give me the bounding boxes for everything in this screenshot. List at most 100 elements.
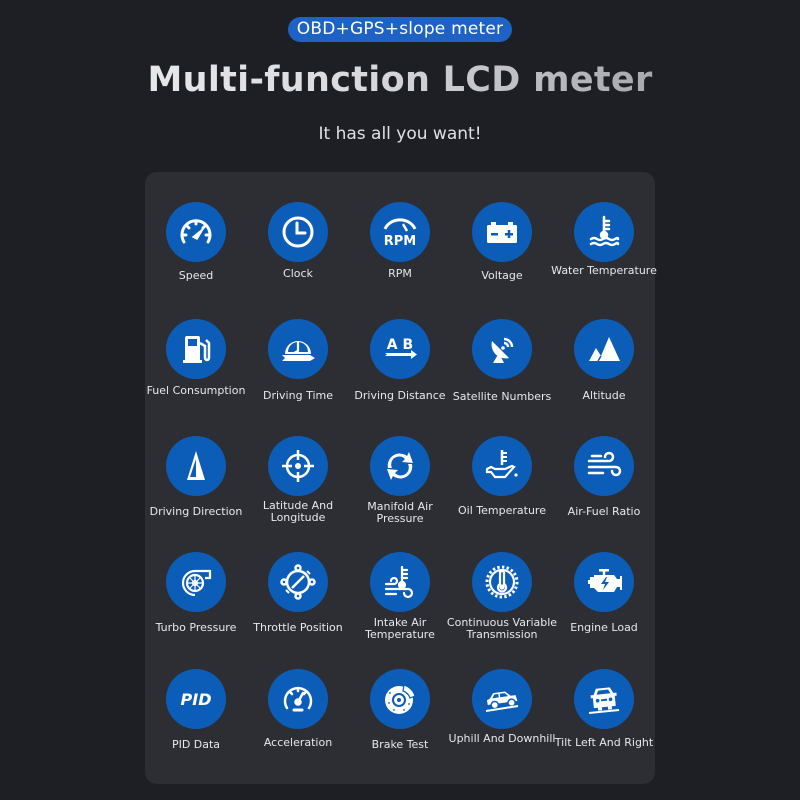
feature-label: Fuel Consumption bbox=[146, 384, 246, 397]
battery-icon bbox=[487, 222, 517, 243]
feature-item-water-temperature: Water Temperature bbox=[551, 172, 657, 282]
feature-item-driving-direction: Driving Direction bbox=[145, 406, 247, 518]
gear-thermometer-icon bbox=[485, 565, 519, 599]
feature-label: Engine Load bbox=[570, 621, 638, 634]
feature-item-satellite-numbers: Satellite Numbers bbox=[451, 289, 553, 403]
satellite-dish-icon bbox=[491, 337, 514, 363]
icon-circle bbox=[472, 202, 532, 262]
feature-item-speed: Speed bbox=[145, 172, 247, 282]
acceleration-gauge-icon bbox=[283, 686, 313, 712]
feature-label: Speed bbox=[178, 269, 214, 282]
wind-icon bbox=[587, 451, 622, 477]
oil-can-icon bbox=[485, 450, 518, 479]
brake-disc-icon bbox=[385, 684, 416, 714]
icon-circle bbox=[268, 669, 328, 729]
feature-item-rpm: RPM RPM bbox=[349, 172, 451, 282]
icon-circle bbox=[574, 319, 634, 379]
driving-time-icon bbox=[282, 341, 315, 361]
fuel-pump-icon bbox=[183, 336, 211, 363]
feature-item-manifold-air-pressure: Manifold Air Pressure bbox=[349, 406, 451, 525]
car-front-tilt-icon bbox=[588, 687, 620, 714]
feature-label: Acceleration bbox=[263, 736, 333, 749]
feature-label: Air-Fuel Ratio bbox=[567, 505, 641, 518]
feature-item-driving-time: Driving Time bbox=[247, 289, 349, 402]
feature-label: Driving Direction bbox=[149, 505, 243, 518]
feature-item-fuel-consumption: Fuel Consumption bbox=[145, 289, 247, 399]
icon-circle bbox=[370, 669, 430, 729]
icon-circle bbox=[472, 436, 532, 496]
a-b-icon-text: A B bbox=[387, 337, 413, 353]
feature-badge: OBD+GPS+slope meter bbox=[288, 17, 512, 42]
feature-item-brake-test: Brake Test bbox=[349, 639, 451, 751]
feature-item-engine-load: Engine Load bbox=[553, 522, 655, 634]
icon-circle bbox=[370, 552, 430, 612]
icon-circle bbox=[574, 552, 634, 612]
feature-label: Altitude bbox=[582, 389, 626, 402]
icon-circle bbox=[574, 202, 634, 262]
feature-item-driving-distance: A B Driving Distance bbox=[349, 289, 451, 402]
feature-label: Water Temperature bbox=[551, 264, 657, 277]
page-title: Multi-function LCD meter bbox=[0, 60, 800, 100]
page-subtitle: It has all you want! bbox=[318, 124, 482, 144]
feature-item-throttle-position: Throttle Position bbox=[247, 522, 349, 634]
feature-label: Clock bbox=[283, 267, 313, 280]
feature-label: Driving Distance bbox=[354, 389, 446, 402]
intake-air-temperature-icon bbox=[384, 565, 414, 599]
feature-item-turbo-pressure: Turbo Pressure bbox=[145, 522, 247, 634]
feature-item-tilt-left-and-right: Tilt Left And Right bbox=[553, 639, 655, 749]
icon-circle bbox=[472, 552, 532, 612]
mountain-icon bbox=[589, 337, 620, 362]
feature-label: Latitude And Longitude bbox=[262, 499, 334, 524]
icon-circle bbox=[166, 319, 226, 379]
icon-circle bbox=[574, 669, 634, 729]
icon-circle bbox=[574, 436, 634, 496]
car-side-slope-icon bbox=[485, 691, 519, 712]
feature-label: Uphill And Downhill bbox=[448, 732, 556, 745]
icon-circle: RPM bbox=[370, 202, 430, 262]
feature-label: RPM bbox=[388, 267, 412, 280]
icon-circle bbox=[268, 202, 328, 262]
feature-label: Voltage bbox=[481, 269, 523, 282]
feature-label: Oil Temperature bbox=[458, 504, 546, 517]
feature-label: Driving Time bbox=[263, 389, 333, 402]
feature-item-acceleration: Acceleration bbox=[247, 639, 349, 749]
icon-circle: A B bbox=[370, 319, 430, 379]
pid-icon: PID bbox=[181, 690, 212, 709]
rpm-gauge-icon: RPM bbox=[383, 218, 417, 249]
rpm-icon-text: RPM bbox=[384, 234, 416, 249]
icon-circle bbox=[268, 436, 328, 496]
icon-circle bbox=[472, 319, 532, 379]
feature-label: PID Data bbox=[171, 738, 221, 751]
icon-circle bbox=[166, 436, 226, 496]
engine-icon bbox=[588, 569, 622, 592]
icon-circle bbox=[472, 669, 532, 729]
feature-item-voltage: Voltage bbox=[451, 172, 553, 282]
feature-item-intake-air-temperature: Intake Air Temperature bbox=[349, 522, 451, 641]
feature-item-latitude-and-longitude: Latitude And Longitude bbox=[247, 406, 349, 524]
icon-circle bbox=[268, 552, 328, 612]
feature-item-continuous-variable-transmission: Continuous Variable Transmission bbox=[447, 522, 557, 641]
a-to-b-icon: A B bbox=[385, 337, 417, 359]
pid-icon-text: PID bbox=[181, 690, 212, 709]
icon-circle bbox=[268, 319, 328, 379]
feature-item-air-fuel-ratio: Air-Fuel Ratio bbox=[553, 406, 655, 518]
compass-arrow-icon bbox=[187, 451, 205, 480]
water-temperature-icon bbox=[589, 215, 620, 247]
features-panel: Speed Clock RPM RPM Voltage Water Temper… bbox=[145, 172, 657, 784]
feature-item-clock: Clock bbox=[247, 172, 349, 282]
icon-circle bbox=[166, 552, 226, 612]
clock-icon bbox=[282, 216, 314, 248]
feature-item-pid-data: PID PID Data bbox=[145, 639, 247, 751]
icon-circle: PID bbox=[166, 669, 226, 729]
turbo-icon bbox=[181, 569, 212, 597]
feature-label: Throttle Position bbox=[253, 621, 343, 634]
feature-label: Tilt Left And Right bbox=[554, 736, 654, 749]
icon-circle bbox=[166, 202, 226, 262]
icon-circle bbox=[370, 436, 430, 496]
feature-item-oil-temperature: Oil Temperature bbox=[451, 406, 553, 517]
feature-item-uphill-and-downhill: Uphill And Downhill bbox=[449, 639, 555, 749]
feature-label: Satellite Numbers bbox=[452, 390, 552, 403]
speedometer-icon bbox=[180, 219, 212, 244]
feature-label: Brake Test bbox=[371, 738, 429, 751]
crosshair-icon bbox=[282, 450, 314, 482]
